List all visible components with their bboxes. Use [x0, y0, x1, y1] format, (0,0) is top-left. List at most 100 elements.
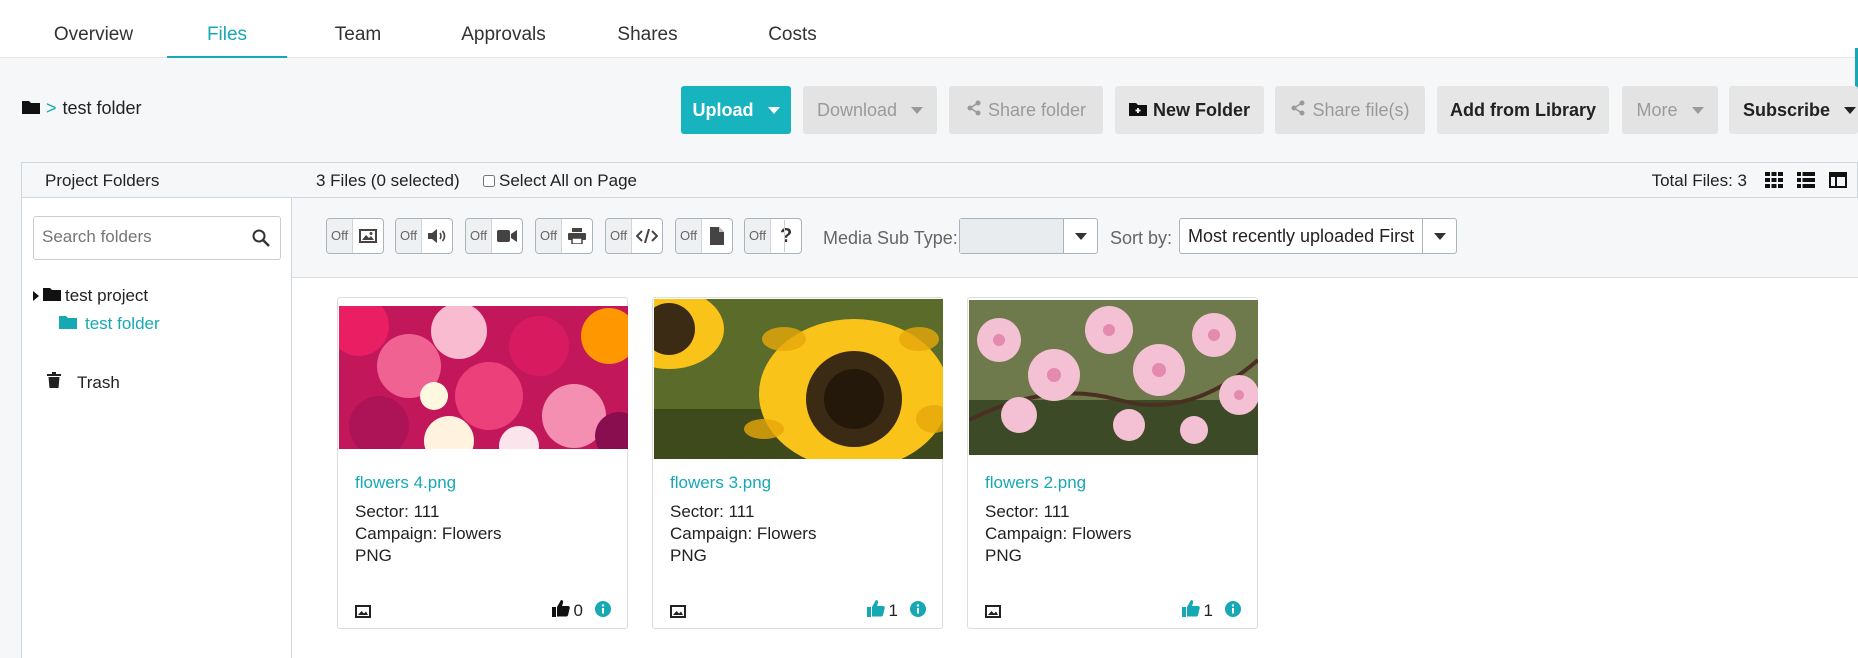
- like-count: 0: [573, 601, 583, 620]
- tab-files[interactable]: Files: [167, 0, 287, 58]
- share-files-label: Share file(s): [1312, 99, 1410, 120]
- upload-label: Upload: [692, 99, 754, 120]
- sort-by-select[interactable]: Most recently uploaded First: [1179, 218, 1457, 254]
- caret-right-icon[interactable]: [33, 286, 39, 306]
- tab-shares[interactable]: Shares: [590, 0, 705, 58]
- thumbs-up-icon[interactable]: [866, 600, 885, 622]
- document-filter-toggle[interactable]: Off: [675, 218, 733, 254]
- image-icon: [355, 602, 371, 623]
- list-view-icon[interactable]: [1797, 172, 1815, 193]
- audio-icon: [422, 228, 452, 244]
- sort-by-value: Most recently uploaded First: [1188, 225, 1415, 246]
- toggle-state: Off: [396, 219, 423, 253]
- folder-icon: [43, 286, 61, 306]
- tab-approvals[interactable]: Approvals: [446, 0, 561, 58]
- file-campaign: Campaign: Flowers: [985, 524, 1132, 543]
- select-all-label: Select All on Page: [499, 171, 637, 190]
- project-folders-title: Project Folders: [45, 171, 160, 190]
- file-name-link[interactable]: flowers 3.png: [670, 473, 771, 493]
- info-icon[interactable]: [595, 600, 611, 622]
- tree-item-trash[interactable]: Trash: [47, 372, 120, 393]
- chevron-down-icon: [911, 106, 924, 114]
- trash-icon: [47, 372, 61, 393]
- total-files: Total Files: 3: [1651, 171, 1747, 190]
- toggle-state: Off: [676, 219, 703, 253]
- thumbs-up-icon[interactable]: [551, 600, 570, 622]
- video-icon: [492, 229, 522, 243]
- add-from-library-button[interactable]: Add from Library: [1437, 86, 1609, 134]
- like-count: 1: [888, 601, 898, 620]
- chevron-down-icon: [1691, 106, 1704, 114]
- video-filter-toggle[interactable]: Off: [465, 218, 523, 254]
- thumbs-up-icon[interactable]: [1181, 600, 1200, 622]
- print-icon: [562, 228, 592, 244]
- folder-sidebar: test project test folder Trash: [22, 198, 292, 658]
- file-card[interactable]: flowers 4.png Sector: 111 Campaign: Flow…: [337, 297, 628, 629]
- new-folder-button[interactable]: New Folder: [1115, 86, 1264, 134]
- tree-item-test-project[interactable]: test project: [33, 286, 148, 306]
- tab-costs[interactable]: Costs: [735, 0, 850, 58]
- chevron-down-icon[interactable]: [1422, 219, 1456, 253]
- file-sector: Sector: 111: [670, 502, 755, 521]
- add-from-library-label: Add from Library: [1449, 99, 1596, 120]
- file-type: PNG: [670, 546, 707, 565]
- document-icon: [702, 227, 732, 245]
- sort-by-label: Sort by:: [1110, 228, 1173, 248]
- column-view-icon[interactable]: [1829, 172, 1847, 193]
- folder-icon: [59, 314, 77, 334]
- grid-view-icon[interactable]: [1765, 172, 1783, 193]
- file-thumbnail[interactable]: [339, 306, 628, 449]
- subscribe-button[interactable]: Subscribe: [1729, 86, 1858, 134]
- tab-team[interactable]: Team: [300, 0, 416, 58]
- files-panel: Project Folders 3 Files (0 selected) Sel…: [21, 162, 1858, 658]
- image-filter-toggle[interactable]: Off: [326, 218, 384, 254]
- info-icon[interactable]: [910, 600, 926, 622]
- likes: 1: [866, 600, 926, 622]
- file-thumbnail[interactable]: [654, 299, 943, 459]
- share-folder-button[interactable]: Share folder: [949, 86, 1103, 134]
- select-all-control[interactable]: Select All on Page: [483, 171, 637, 191]
- file-card[interactable]: flowers 2.png Sector: 111 Campaign: Flow…: [967, 297, 1258, 629]
- select-all-checkbox[interactable]: [483, 175, 495, 187]
- toggle-state: Off: [745, 219, 772, 253]
- more-button[interactable]: More: [1622, 86, 1718, 134]
- tree-item-label: test folder: [85, 314, 160, 333]
- other-filter-toggle[interactable]: Off ?: [744, 218, 802, 254]
- file-sector: Sector: 111: [355, 502, 440, 521]
- upload-button[interactable]: Upload: [681, 86, 791, 134]
- question-icon: ?: [779, 224, 793, 247]
- file-thumbnail[interactable]: [969, 300, 1258, 455]
- tree-item-label: test project: [65, 286, 149, 305]
- share-files-button[interactable]: Share file(s): [1275, 86, 1425, 134]
- view-mode-switcher: [1765, 172, 1847, 193]
- chevron-down-icon[interactable]: [1063, 219, 1097, 253]
- breadcrumb-separator: >: [46, 98, 57, 118]
- search-folders-box: [33, 216, 281, 260]
- file-name-link[interactable]: flowers 2.png: [985, 473, 1086, 493]
- media-filter-bar: Off Off Off Off Off Off Off ? Media Sub …: [292, 198, 1858, 278]
- toggle-state: Off: [327, 219, 354, 253]
- breadcrumb-current-folder[interactable]: test folder: [63, 98, 142, 119]
- file-card[interactable]: flowers 3.png Sector: 111 Campaign: Flow…: [652, 297, 943, 629]
- search-icon[interactable]: [252, 229, 270, 252]
- media-sub-type-select[interactable]: [959, 218, 1098, 254]
- tab-overview[interactable]: Overview: [20, 0, 167, 58]
- more-label: More: [1636, 99, 1678, 120]
- tree-item-test-folder[interactable]: test folder: [59, 314, 160, 334]
- image-icon: [670, 602, 686, 623]
- info-icon[interactable]: [1225, 600, 1241, 622]
- file-sector: Sector: 111: [985, 502, 1070, 521]
- media-sub-type-value: [960, 219, 1063, 253]
- audio-filter-toggle[interactable]: Off: [395, 218, 453, 254]
- like-count: 1: [1203, 601, 1213, 620]
- toggle-state: Off: [606, 219, 633, 253]
- toggle-state: Off: [536, 219, 563, 253]
- search-folders-input[interactable]: [42, 217, 242, 257]
- share-icon: [966, 100, 982, 121]
- file-name-link[interactable]: flowers 4.png: [355, 473, 456, 493]
- download-button[interactable]: Download: [803, 86, 937, 134]
- file-type: PNG: [985, 546, 1022, 565]
- files-content: Off Off Off Off Off Off Off ? Media Sub …: [292, 198, 1858, 658]
- print-filter-toggle[interactable]: Off: [535, 218, 593, 254]
- code-filter-toggle[interactable]: Off: [605, 218, 663, 254]
